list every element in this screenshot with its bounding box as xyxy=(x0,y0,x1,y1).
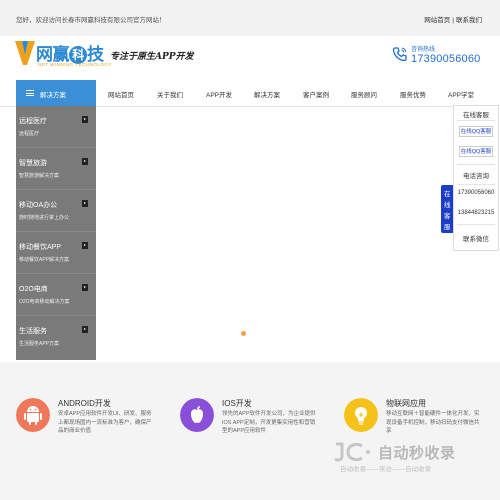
divider xyxy=(457,184,495,185)
top-bar: 您好，欢迎访问长春市网赢科技有限公司官方网站！ 网站首页 | 联系我们 xyxy=(0,0,500,36)
online-service-tab[interactable]: 在 线 客 服 xyxy=(441,185,453,233)
nav-item-academy[interactable]: APP学堂 xyxy=(448,89,474,99)
side-item-smart-tourism[interactable]: 智慧旅游 智慧旅游解决方案 xyxy=(16,148,96,190)
side-item-telemedicine[interactable]: 远程医疗 远程医疗 xyxy=(16,106,96,148)
welcome-text: 您好，欢迎访问长春市网赢科技有限公司官方网站！ xyxy=(16,17,166,24)
nav-item-advantages[interactable]: 服务优势 xyxy=(400,89,426,99)
feature-description: 安卓APP应用软件开发UI、研发、服务上都现场国内一流标准为客户，确保产品的商业… xyxy=(58,411,152,434)
top-link-separator: | xyxy=(452,17,454,24)
arrow-right-icon xyxy=(82,116,88,123)
wechat-contact-link[interactable]: 联系微信 xyxy=(454,233,498,243)
qq-service-button-1[interactable]: 在线QQ客服 xyxy=(459,126,493,137)
logo-subtitle: NET WINNING TECHNOLOGY xyxy=(38,62,112,67)
feature-ios[interactable]: IOS开发 领先的APP软件开发公司，为企业提供IOS APP定制，开发更集实用… xyxy=(180,396,330,456)
lightbulb-icon xyxy=(344,398,378,432)
side-item-life-service[interactable]: 生活服务 生活服务APP方案 xyxy=(16,316,96,358)
online-service-panel: 在线客服 在线QQ客服 在线QQ客服 电话咨询 17390056060 1384… xyxy=(453,105,499,251)
hotline-number[interactable]: 17390056060 xyxy=(411,53,481,65)
feature-android[interactable]: ANDROID开发 安卓APP应用软件开发UI、研发、服务上都现场国内一流标准为… xyxy=(16,396,166,456)
top-link-home[interactable]: 网站首页 xyxy=(424,17,450,24)
hotline-label: 咨询热线 xyxy=(411,47,436,53)
nav-item-about[interactable]: 关于我们 xyxy=(157,89,183,99)
solutions-menu-title[interactable]: 解决方案 xyxy=(16,80,96,106)
phone-consult-label: 电话咨询 xyxy=(463,173,489,180)
side-item-o2o-ecommerce[interactable]: O2O电商 O2O电商移动解决方案 xyxy=(16,274,96,316)
qq-service-button-2[interactable]: 在线QQ客服 xyxy=(459,146,493,157)
side-item-title: 生活服务 xyxy=(19,328,47,335)
side-item-subtitle: 移动餐饮APP解决方案 xyxy=(19,257,70,263)
arrow-right-icon xyxy=(82,158,88,165)
logo-v-icon xyxy=(15,41,35,65)
watermark-logo-icon xyxy=(334,442,370,462)
feature-title: IOS开发 xyxy=(222,399,252,408)
site-header: 网赢科技 NET WINNING TECHNOLOGY 专注于原生APP开发 咨… xyxy=(0,36,500,80)
arrow-right-icon xyxy=(82,326,88,333)
side-item-subtitle: O2O电商移动解决方案 xyxy=(19,299,70,305)
side-item-title: O2O电商 xyxy=(19,286,48,293)
float-tab-char: 在 xyxy=(444,191,451,198)
nav-item-app-dev[interactable]: APP开发 xyxy=(206,89,232,99)
apple-icon xyxy=(180,398,214,432)
divider xyxy=(457,164,495,165)
menu-icon xyxy=(26,90,34,96)
android-icon xyxy=(16,398,50,432)
solutions-menu: 远程医疗 远程医疗 智慧旅游 智慧旅游解决方案 移动OA办公 随时随地进行掌上办… xyxy=(16,106,96,360)
site-logo[interactable]: 网赢科技 NET WINNING TECHNOLOGY xyxy=(14,40,111,70)
nav-item-home[interactable]: 网站首页 xyxy=(108,89,134,99)
feature-description: 移动互联网＋智能硬件一体化开发，实现设备手机控制，移动扫码支付微信共享 xyxy=(386,411,480,434)
banner-pager-dot[interactable] xyxy=(241,331,246,336)
service-phone-1[interactable]: 17390056060 xyxy=(454,190,498,196)
side-item-title: 移动OA办公 xyxy=(19,202,58,209)
side-item-catering-app[interactable]: 移动餐饮APP 移动餐饮APP解决方案 xyxy=(16,232,96,274)
side-item-mobile-oa[interactable]: 移动OA办公 随时随地进行掌上办公 xyxy=(16,190,96,232)
service-panel-title: 在线客服 xyxy=(463,112,489,119)
side-item-title: 远程医疗 xyxy=(19,118,47,125)
service-phone-2[interactable]: 13844823215 xyxy=(454,210,498,216)
watermark-subtitle: 自动收录——来访——自动收录 xyxy=(340,466,431,473)
side-item-title: 移动餐饮APP xyxy=(19,244,62,251)
watermark-title: 自动秒收录 xyxy=(378,445,456,462)
top-link-contact[interactable]: 联系我们 xyxy=(456,17,482,24)
side-item-subtitle: 生活服务APP方案 xyxy=(19,341,60,347)
nav-item-consultant[interactable]: 服务顾问 xyxy=(351,89,377,99)
main-nav: 网站首页 关于我们 APP开发 解决方案 客户案例 服务顾问 服务优势 APP学… xyxy=(96,80,500,106)
hotline: 咨询热线 17390056060 xyxy=(392,42,486,72)
divider xyxy=(457,224,495,225)
solutions-menu-title-label: 解决方案 xyxy=(40,92,66,99)
feature-title: 物联网应用 xyxy=(386,399,426,408)
arrow-right-icon xyxy=(82,284,88,291)
nav-item-cases[interactable]: 客户案例 xyxy=(303,89,329,99)
float-tab-char: 线 xyxy=(444,202,451,209)
feature-description: 领先的APP软件开发公司，为企业提供IOS APP定制，开发更集实用性和营销型的… xyxy=(222,411,316,434)
watermark: 自动秒收录 自动收录——来访——自动收录 xyxy=(328,438,498,476)
phone-icon xyxy=(392,47,407,62)
side-item-subtitle: 远程医疗 xyxy=(19,131,40,137)
arrow-right-icon xyxy=(82,200,88,207)
side-item-subtitle: 随时随地进行掌上办公 xyxy=(19,215,70,221)
features-section: ANDROID开发 安卓APP应用软件开发UI、研发、服务上都现场国内一流标准为… xyxy=(0,362,500,500)
feature-title: ANDROID开发 xyxy=(58,399,111,408)
top-links: 网站首页 | 联系我们 xyxy=(424,14,482,24)
side-item-title: 智慧旅游 xyxy=(19,160,47,167)
site-slogan: 专注于原生APP开发 xyxy=(110,52,194,62)
divider xyxy=(457,120,495,121)
float-tab-char: 服 xyxy=(444,224,451,231)
nav-item-solutions[interactable]: 解决方案 xyxy=(254,89,280,99)
side-item-subtitle: 智慧旅游解决方案 xyxy=(19,173,60,179)
arrow-right-icon xyxy=(82,242,88,249)
float-tab-char: 客 xyxy=(444,213,451,220)
